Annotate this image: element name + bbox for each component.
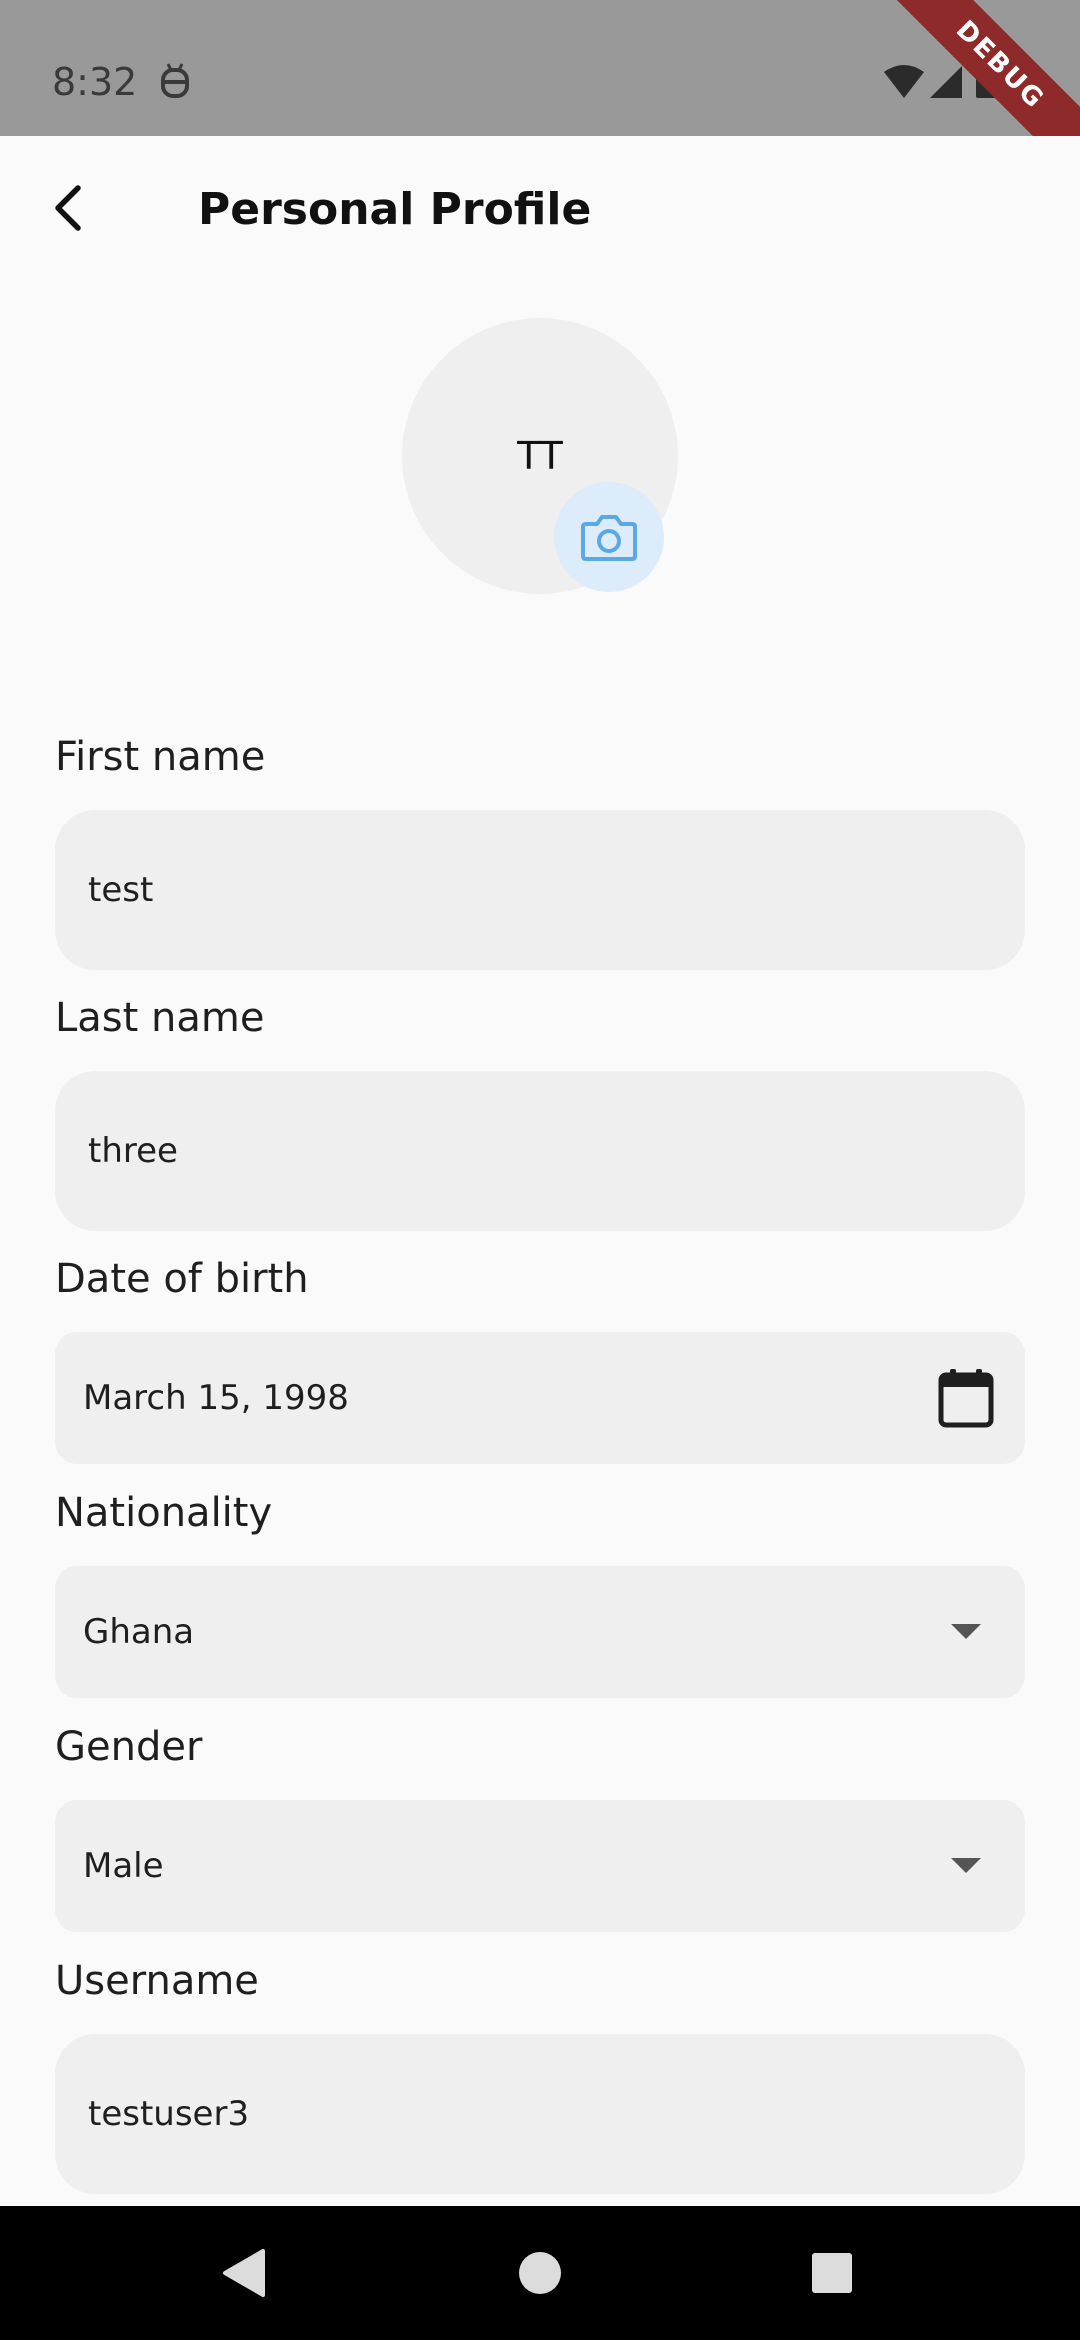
nationality-dropdown[interactable]: Ghana [55,1566,1025,1698]
date-of-birth-value: March 15, 1998 [83,1378,349,1418]
nav-home-button[interactable] [510,2243,570,2303]
status-bar: 8:32 DEBUG [0,0,1080,191]
last-name-field[interactable]: three [55,1071,1025,1231]
dropdown-arrow-icon [951,1624,981,1640]
nav-recents-button[interactable] [802,2243,862,2303]
back-triangle-icon [223,2249,265,2297]
date-of-birth-field[interactable]: March 15, 1998 [55,1332,1025,1464]
chevron-left-icon [55,185,81,231]
android-bot-icon [160,62,190,100]
home-circle-icon [519,2252,561,2294]
username-value: testuser3 [88,2094,250,2134]
first-name-label: First name [55,734,266,780]
nationality-label: Nationality [55,1490,273,1536]
last-name-value: three [88,1131,178,1171]
app-bar: Personal Profile [0,136,1080,286]
gender-dropdown[interactable]: Male [55,1800,1025,1932]
username-label: Username [55,1958,259,2004]
system-nav-bar [0,2206,1080,2340]
recents-square-icon [812,2253,852,2293]
change-photo-button[interactable] [554,482,664,592]
first-name-value: test [88,870,154,910]
back-button[interactable] [36,176,100,240]
calendar-icon[interactable] [937,1367,995,1429]
gender-label: Gender [55,1724,203,1770]
signal-icon [930,66,962,98]
nationality-value: Ghana [83,1612,195,1652]
gender-value: Male [83,1846,164,1886]
last-name-label: Last name [55,995,265,1041]
camera-icon [581,515,637,561]
profile-screen: 8:32 DEBUG Personal Profile TT First nam… [0,0,1080,2340]
dropdown-arrow-icon [951,1858,981,1874]
wifi-icon [884,65,924,98]
first-name-field[interactable]: test [55,810,1025,970]
status-time: 8:32 [52,60,138,104]
date-of-birth-label: Date of birth [55,1256,309,1302]
page-title: Personal Profile [198,184,592,235]
username-field[interactable]: testuser3 [55,2034,1025,2194]
nav-back-button[interactable] [214,2243,274,2303]
avatar-initials: TT [517,434,563,478]
